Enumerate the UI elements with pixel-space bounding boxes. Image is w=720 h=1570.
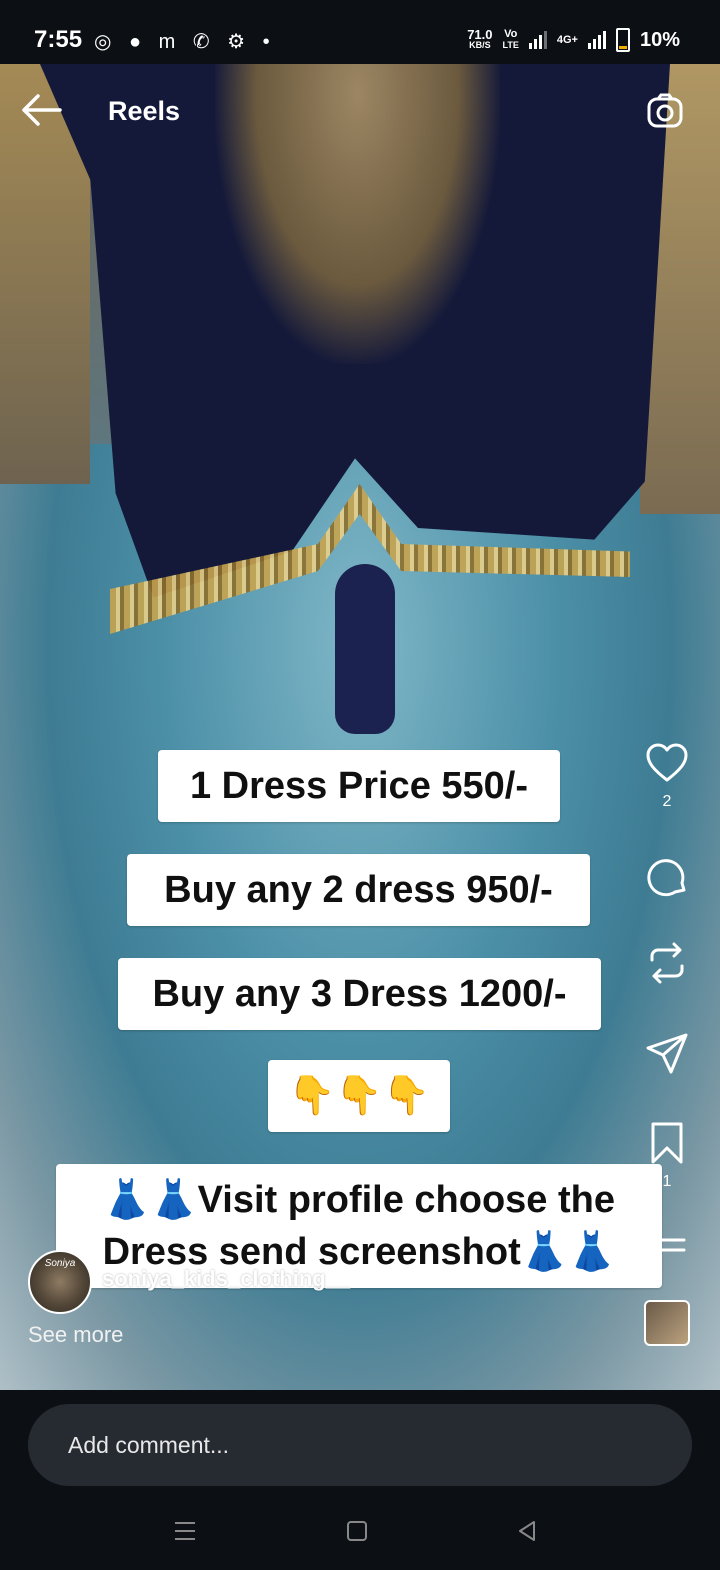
notification-icons: ◎ ● m ✆ ⚙ • — [94, 31, 276, 53]
heart-icon[interactable] — [644, 740, 690, 786]
bookmark-icon[interactable] — [644, 1120, 690, 1166]
bottom-area: Add comment... — [0, 1390, 720, 1570]
more-lines-icon[interactable] — [644, 1220, 690, 1266]
comment-placeholder: Add comment... — [68, 1432, 230, 1458]
net-speed-indicator: 71.0 KB/S — [467, 27, 493, 51]
comment-bubble-icon[interactable] — [644, 854, 690, 900]
camera-icon[interactable] — [646, 92, 684, 130]
volte-bottom: LTE — [502, 40, 519, 50]
like-count: 2 — [662, 793, 672, 810]
status-bar: 7:55 ◎ ● m ✆ ⚙ • 71.0 KB/S Vo LTE 4G+ 10… — [0, 0, 720, 64]
repost-action — [642, 940, 692, 991]
like-action: 2 — [642, 740, 692, 811]
share-action — [642, 1030, 692, 1081]
recent-apps-icon[interactable] — [172, 1518, 198, 1544]
nav-back-icon[interactable] — [514, 1518, 540, 1544]
back-arrow-icon[interactable] — [20, 92, 62, 128]
signal-icon — [528, 31, 547, 49]
network-type: 4G+ — [556, 34, 578, 46]
comment-action — [642, 854, 692, 905]
caption-price-1: 1 Dress Price 550/- — [158, 750, 560, 822]
net-speed-unit: KB/S — [469, 40, 491, 50]
send-paper-plane-icon[interactable] — [644, 1030, 690, 1076]
username-link[interactable]: soniya_kids_clothing__ — [102, 1266, 350, 1292]
profile-avatar[interactable]: Soniya — [28, 1250, 92, 1314]
battery-percent: 10% — [639, 28, 680, 51]
caption-pointing-emojis: 👇👇👇 — [268, 1060, 450, 1132]
caption-price-3: Buy any 3 Dress 1200/- — [118, 958, 601, 1030]
signal-4g-icon — [587, 31, 606, 49]
caption-price-2: Buy any 2 dress 950/- — [127, 854, 590, 926]
net-speed-value: 71.0 — [467, 27, 493, 42]
battery-icon — [615, 28, 630, 52]
waist-sash-image — [335, 564, 395, 734]
reels-header: Reels — [0, 64, 720, 160]
audio-thumbnail[interactable] — [644, 1300, 690, 1346]
save-action: 1 — [642, 1120, 692, 1191]
repost-icon[interactable] — [644, 940, 690, 986]
avatar-logo-text: Soniya — [44, 1258, 76, 1269]
status-time: 7:55 — [34, 26, 83, 53]
status-right: 71.0 KB/S Vo LTE 4G+ 10% — [467, 28, 680, 52]
see-more-link[interactable]: See more — [28, 1322, 123, 1348]
save-count: 1 — [662, 1173, 672, 1190]
volte-indicator: Vo LTE — [503, 29, 519, 51]
caption-visit-line-1: 👗👗Visit profile choose the — [102, 1179, 616, 1221]
volte-top: Vo — [504, 28, 518, 40]
home-icon[interactable] — [344, 1518, 370, 1544]
comment-input[interactable]: Add comment... — [28, 1404, 692, 1486]
more-action — [642, 1220, 692, 1271]
page-title: Reels — [108, 96, 181, 126]
